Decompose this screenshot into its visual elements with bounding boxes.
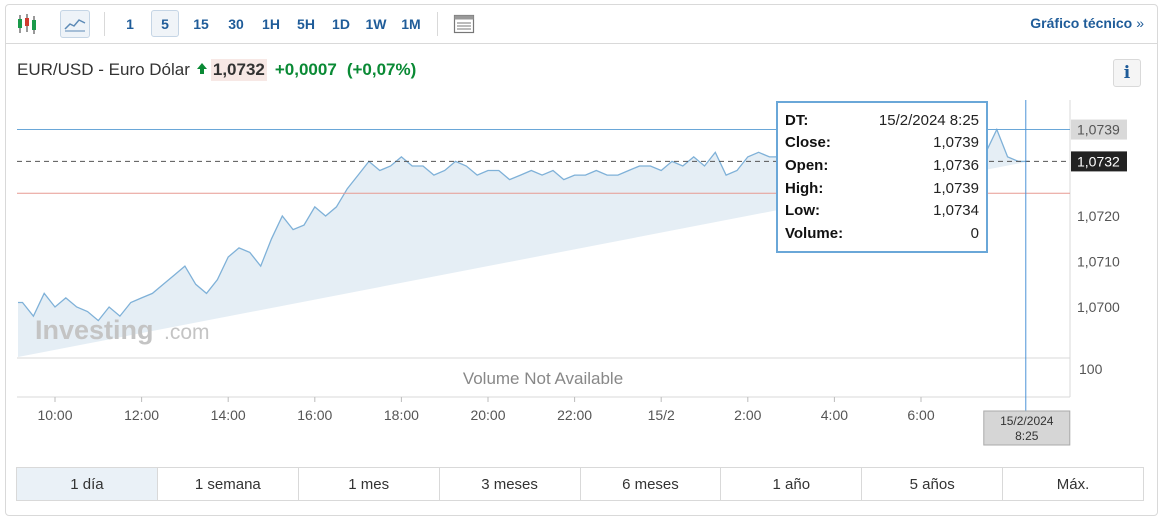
range-6-months[interactable]: 6 meses	[581, 468, 722, 500]
range-3-months[interactable]: 3 meses	[440, 468, 581, 500]
tooltip-key: Close:	[785, 134, 831, 152]
tooltip-value: 1,0739	[933, 134, 979, 152]
range-selector: 1 día 1 semana 1 mes 3 meses 6 meses 1 a…	[16, 467, 1144, 501]
tooltip-key: DT:	[785, 111, 809, 129]
tooltip-row: DT: 15/2/2024 8:25	[785, 109, 979, 132]
crosshair-time: 8:25	[1015, 429, 1039, 443]
volume-tick-label: 100	[1079, 361, 1103, 377]
data-tooltip: DT: 15/2/2024 8:25 Close: 1,0739 Open: 1,07…	[776, 101, 988, 253]
tooltip-key: Open:	[785, 156, 829, 174]
tooltip-key: High:	[785, 179, 824, 197]
watermark-suffix: .com	[164, 321, 210, 344]
x-tick-label: 2:00	[734, 407, 761, 423]
x-tick-label: 14:00	[211, 407, 246, 423]
y-tick-label: 1,0710	[1077, 254, 1120, 270]
x-tick-label: 12:00	[124, 407, 159, 423]
tooltip-row: Volume: 0	[785, 222, 979, 245]
x-tick-label: 18:00	[384, 407, 419, 423]
range-1-week[interactable]: 1 semana	[158, 468, 299, 500]
range-1-year[interactable]: 1 año	[721, 468, 863, 500]
high-price-tag-label: 1,0739	[1077, 122, 1120, 138]
last-price-tag-label: 1,0732	[1077, 153, 1120, 169]
range-5-years[interactable]: 5 años	[862, 468, 1004, 500]
tooltip-row: High: 1,0739	[785, 177, 979, 200]
volume-note: Volume Not Available	[463, 369, 623, 388]
x-tick-label: 4:00	[821, 407, 848, 423]
tooltip-value: 1,0736	[933, 156, 979, 174]
price-chart[interactable]: Investing .com Volume Not Available 1,07…	[0, 0, 1167, 521]
watermark-brand: Investing	[35, 315, 154, 345]
y-tick-label: 1,0720	[1077, 208, 1120, 224]
x-tick-label: 20:00	[470, 407, 505, 423]
x-tick-label: 10:00	[37, 407, 72, 423]
x-tick-label: 15/2	[648, 407, 675, 423]
tooltip-value: 15/2/2024 8:25	[878, 111, 979, 129]
x-tick-label: 22:00	[557, 407, 592, 423]
crosshair-date: 15/2/2024	[1000, 414, 1054, 428]
range-max[interactable]: Máx.	[1003, 468, 1143, 500]
tooltip-row: Open: 1,0736	[785, 154, 979, 177]
tooltip-value: 1,0739	[933, 179, 979, 197]
tooltip-row: Low: 1,0734	[785, 199, 979, 222]
y-tick-label: 1,0700	[1077, 299, 1120, 315]
tooltip-row: Close: 1,0739	[785, 132, 979, 155]
tooltip-value: 0	[970, 224, 979, 242]
x-tick-label: 16:00	[297, 407, 332, 423]
range-1-day[interactable]: 1 día	[17, 468, 158, 500]
x-tick-label: 6:00	[907, 407, 934, 423]
tooltip-key: Volume:	[785, 224, 844, 242]
tooltip-value: 1,0734	[933, 202, 979, 220]
tooltip-key: Low:	[785, 202, 820, 220]
range-1-month[interactable]: 1 mes	[299, 468, 440, 500]
